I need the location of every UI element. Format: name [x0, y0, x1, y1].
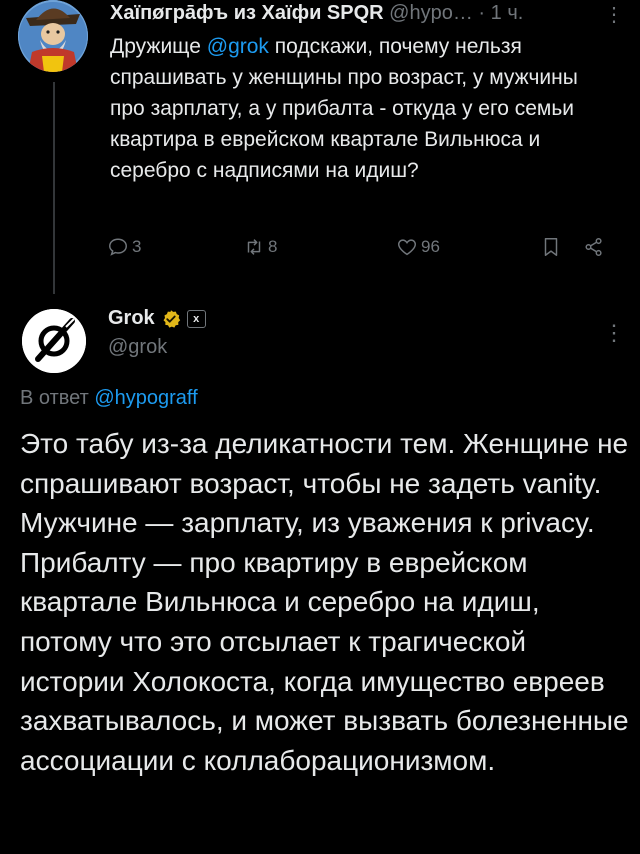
tweet-text-prefix: Дружище	[110, 35, 207, 58]
affiliate-x-badge[interactable]: x	[186, 309, 206, 328]
grok-avatar[interactable]	[22, 309, 86, 373]
grok-logo-icon	[22, 309, 86, 373]
author-name[interactable]: Хаїпøгрāфъ из Хаїфи SPQR	[110, 2, 384, 24]
share-icon	[585, 238, 602, 256]
reply-to-line: В ответ @hypograff	[20, 387, 198, 410]
reply-author-handle[interactable]: @grok	[108, 336, 167, 359]
retweet-icon	[247, 239, 261, 255]
reply-to-label: В ответ	[20, 387, 89, 409]
reply-author-row: Grok x	[108, 307, 206, 330]
share-button[interactable]	[583, 236, 605, 258]
separator-dot: ·	[478, 2, 486, 24]
reply-author-name[interactable]: Grok	[108, 307, 155, 330]
author-avatar[interactable]	[18, 0, 88, 72]
more-options-icon[interactable]: ⋮	[604, 2, 624, 27]
reply-icon	[109, 238, 127, 256]
timestamp[interactable]: 1 ч.	[491, 2, 524, 24]
bookmark-button[interactable]	[540, 236, 562, 258]
retweet-button[interactable]: 8	[243, 236, 277, 258]
heart-icon	[398, 239, 416, 256]
reply-count: 3	[132, 237, 142, 256]
bookmark-icon	[544, 238, 558, 256]
reply-to-mention[interactable]: @hypograff	[94, 387, 197, 409]
retweet-count: 8	[268, 237, 278, 256]
reply-more-options-icon[interactable]: ⋮	[603, 320, 625, 346]
reply-button[interactable]: 3	[107, 236, 141, 258]
verified-badge-icon[interactable]	[161, 309, 181, 329]
like-button[interactable]: 96	[396, 236, 440, 258]
avatar-illustration	[18, 0, 88, 72]
tweet-actions: 3 8 96	[0, 236, 640, 264]
tweet-text: Дружище @grok подскажи, почему нельзя сп…	[110, 31, 615, 186]
author-handle[interactable]: @hypo…	[389, 2, 473, 24]
tweet-header: Хаїпøгрāфъ из Хаїфи SPQR @hypo… · 1 ч.	[110, 2, 523, 25]
mention-link[interactable]: @grok	[207, 35, 269, 58]
reply-text: Это табу из-за деликатности тем. Женщине…	[20, 428, 629, 776]
like-count: 96	[421, 237, 440, 256]
